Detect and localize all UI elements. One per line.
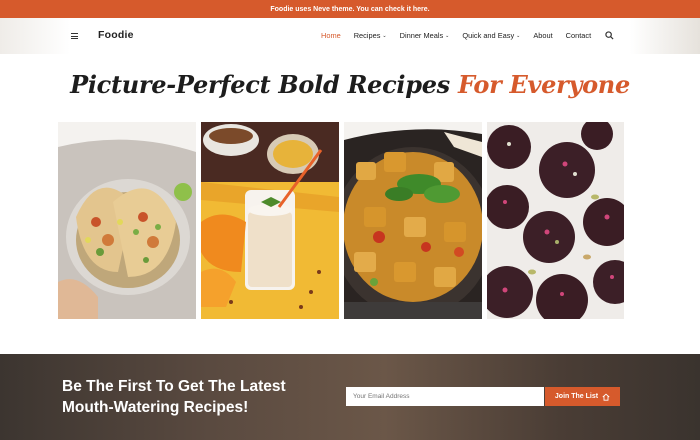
chevron-down-icon: ⌄ — [382, 32, 387, 39]
email-field[interactable] — [346, 387, 544, 406]
newsletter-line-2: Mouth-Watering Recipes! — [62, 399, 249, 416]
chevron-down-icon: ⌄ — [445, 32, 450, 39]
nav-item-dinner-meals[interactable]: Dinner Meals ⌄ — [400, 31, 450, 40]
gallery-image-tofu-stir-fry[interactable] — [344, 122, 482, 319]
main-nav: Home Recipes ⌄ Dinner Meals ⌄ Quick and … — [321, 31, 591, 40]
gallery-image-tacos[interactable] — [58, 122, 196, 319]
title-accent: For Everyone — [457, 70, 630, 99]
newsletter-heading: Be The First To Get The Latest Mouth-Wat… — [62, 376, 286, 418]
nav-item-label: Quick and Easy — [462, 31, 515, 40]
page-title: Picture-Perfect Bold Recipes For Everyon… — [0, 70, 700, 99]
nav-item-label: Dinner Meals — [399, 31, 444, 40]
newsletter-line-1: Be The First To Get The Latest — [62, 378, 286, 395]
site-header: Foodie Home Recipes ⌄ Dinner Meals ⌄ Qui… — [0, 18, 700, 54]
home-icon — [602, 393, 610, 401]
site-logo[interactable]: Foodie — [98, 29, 134, 41]
gallery-image-smoothie[interactable] — [201, 122, 339, 319]
gallery-image-chocolate-discs[interactable] — [487, 122, 624, 319]
nav-item-label: Home — [321, 31, 341, 40]
nav-item-label: Contact — [565, 31, 592, 40]
announcement-bar[interactable]: Foodie uses Neve theme. You can check it… — [0, 0, 700, 18]
nav-item-label: About — [533, 31, 553, 40]
nav-item-home[interactable]: Home — [321, 31, 341, 40]
search-icon[interactable] — [605, 31, 614, 40]
chevron-down-icon: ⌄ — [516, 32, 521, 39]
nav-item-label: Recipes — [353, 31, 381, 40]
join-list-button[interactable]: Join The List — [545, 387, 620, 406]
nav-item-recipes[interactable]: Recipes ⌄ — [354, 31, 387, 40]
nav-item-contact[interactable]: Contact — [566, 31, 591, 40]
announcement-text[interactable]: Foodie uses Neve theme. You can check it… — [270, 6, 429, 13]
nav-item-about[interactable]: About — [533, 31, 552, 40]
join-button-label: Join The List — [554, 393, 599, 400]
title-main: Picture-Perfect Bold Recipes — [70, 70, 450, 99]
nav-item-quick-and-easy[interactable]: Quick and Easy ⌄ — [462, 31, 520, 40]
recipe-gallery — [58, 122, 624, 319]
hamburger-menu-icon[interactable] — [71, 33, 78, 39]
